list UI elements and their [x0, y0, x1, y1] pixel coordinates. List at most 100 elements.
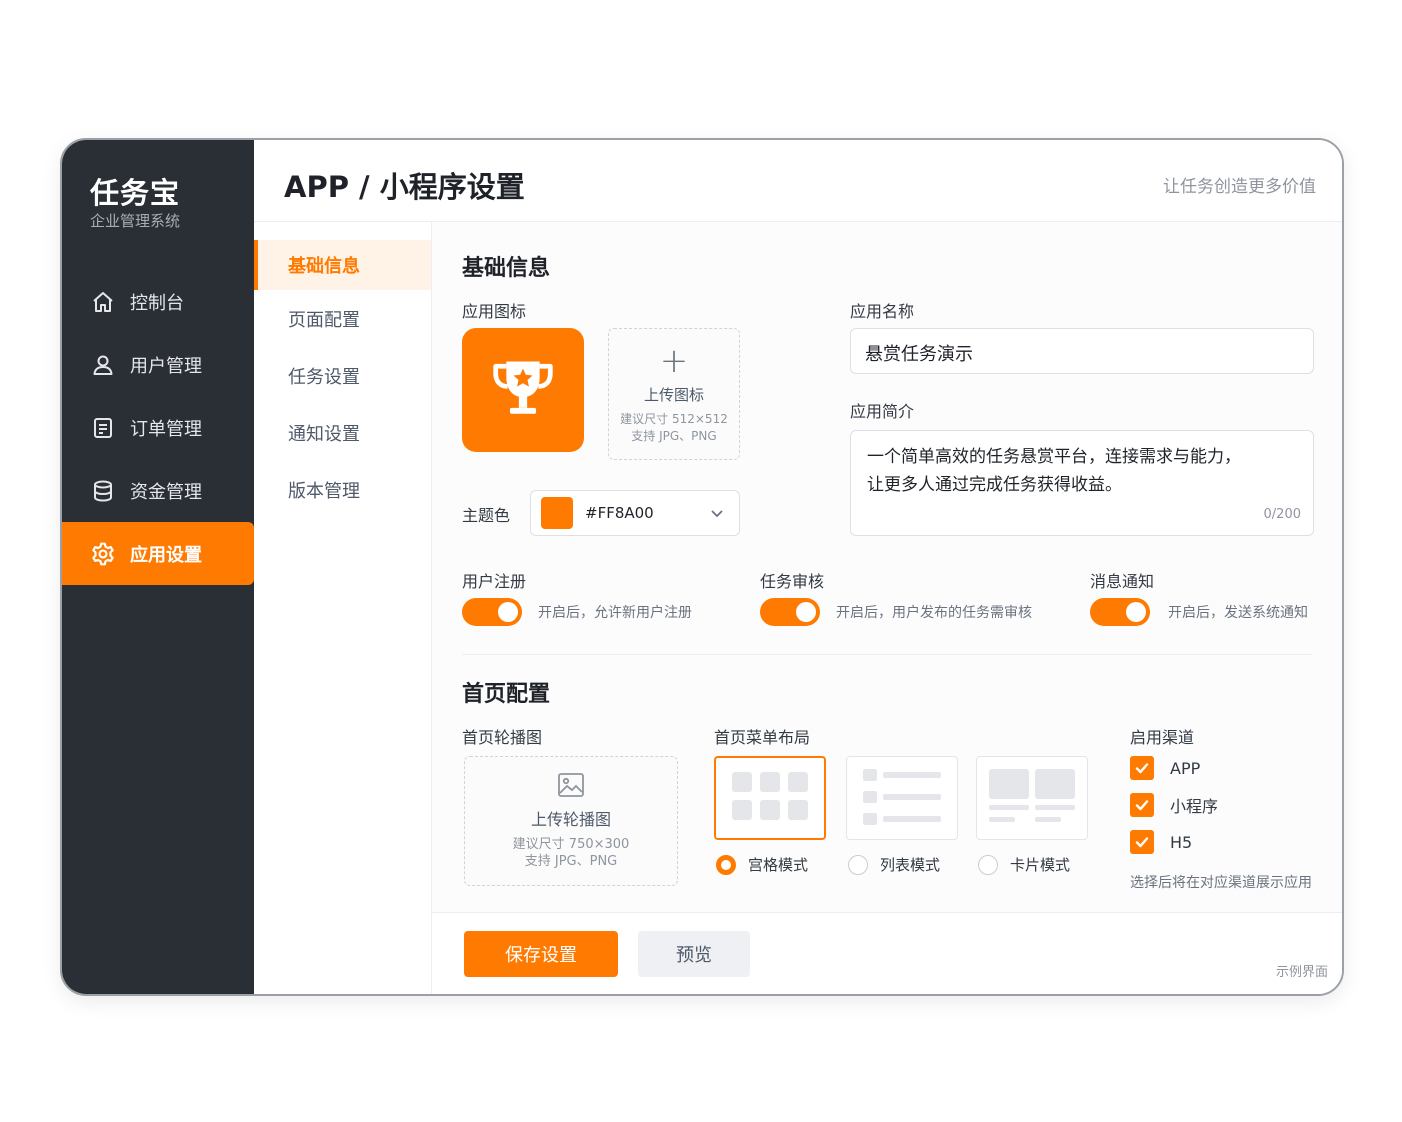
toggle-knob — [498, 602, 518, 622]
chevron-down-icon — [711, 510, 723, 518]
theme-color-swatch — [541, 497, 573, 529]
sidebar: 任务宝 企业管理系统 控制台 用户管理 订单管理 资金管理 应用设置 — [62, 140, 254, 994]
section-divider — [462, 654, 1312, 655]
section-title-home: 首页配置 — [462, 682, 551, 707]
main-area: APP / 小程序设置 让任务创造更多价值 基础信息 页面配置 任务设置 通知设… — [254, 140, 1342, 994]
theme-color-label: 主题色 — [462, 506, 511, 525]
radio-layout-list[interactable]: 列表模式 — [848, 854, 940, 875]
upload-banner-box[interactable]: 上传轮播图 建议尺寸 750×300 支持 JPG、PNG — [464, 756, 678, 886]
page-header: APP / 小程序设置 让任务创造更多价值 — [254, 140, 1342, 222]
sidebar-item-label: 资金管理 — [130, 481, 202, 503]
checkbox-channel-h5[interactable]: H5 — [1130, 830, 1192, 854]
radio-dot — [848, 854, 868, 875]
upload-icon-hint-size: 建议尺寸 512×512 — [620, 411, 728, 426]
theme-color-select[interactable]: #FF8A00 — [530, 490, 740, 536]
subnav-item-task-settings[interactable]: 任务设置 — [254, 347, 431, 404]
sidebar-item-label: 应用设置 — [130, 544, 202, 566]
user-icon — [90, 352, 116, 378]
settings-content: 基础信息 应用图标 + 上传图标 建议尺寸 512×512 支持 JPG、PNG — [432, 222, 1342, 994]
toggle-hint-review: 开启后，用户发布的任务需审核 — [836, 605, 1032, 621]
sidebar-nav: 控制台 用户管理 订单管理 资金管理 应用设置 — [62, 270, 254, 585]
brand-title: 任务宝 — [90, 176, 181, 210]
upload-banner-hint-format: 支持 JPG、PNG — [524, 854, 618, 869]
layout-option-grid[interactable] — [714, 756, 826, 840]
subnav-item-notification[interactable]: 通知设置 — [254, 404, 431, 461]
sample-note: 示例界面 — [1275, 965, 1328, 980]
app-desc-line: 一个简单高效的任务悬赏平台，连接需求与能力， — [867, 447, 1241, 467]
checkbox-label: APP — [1170, 758, 1201, 778]
toggle-label-review: 任务审核 — [760, 572, 825, 591]
app-desc-label: 应用简介 — [850, 402, 915, 421]
upload-icon-title: 上传图标 — [643, 385, 704, 404]
app-icon-label: 应用图标 — [462, 302, 527, 321]
subnav-item-page-config[interactable]: 页面配置 — [254, 290, 431, 347]
action-footer: 保存设置 预览 示例界面 — [432, 912, 1342, 994]
check-icon — [1130, 793, 1154, 817]
toggle-hint-register: 开启后，允许新用户注册 — [538, 605, 692, 621]
toggle-label-notify: 消息通知 — [1090, 572, 1155, 591]
channels-label: 启用渠道 — [1130, 728, 1195, 747]
app-window: 任务宝 企业管理系统 控制台 用户管理 订单管理 资金管理 应用设置 APP /… — [60, 138, 1344, 996]
app-desc-counter: 0/200 — [1263, 507, 1301, 522]
sidebar-item-app-settings[interactable]: 应用设置 — [62, 522, 254, 585]
grid-layout-icon — [732, 772, 808, 820]
check-icon — [1130, 830, 1154, 854]
toggle-label-register: 用户注册 — [462, 572, 527, 591]
radio-label: 卡片模式 — [1010, 856, 1071, 874]
app-name-input[interactable]: 悬赏任务演示 — [850, 328, 1314, 374]
sidebar-item-label: 控制台 — [130, 292, 184, 314]
gear-icon — [90, 541, 116, 567]
toggle-hint-notify: 开启后，发送系统通知 — [1168, 605, 1308, 621]
checkbox-channel-miniapp[interactable]: 小程序 — [1130, 793, 1218, 817]
radio-layout-grid[interactable]: 宫格模式 — [716, 854, 808, 875]
trophy-icon — [493, 361, 553, 414]
document-icon — [90, 415, 116, 441]
checkbox-channel-app[interactable]: APP — [1130, 756, 1200, 780]
subnav-item-basic[interactable]: 基础信息 — [254, 240, 431, 290]
checkbox-label: H5 — [1170, 832, 1193, 852]
sidebar-item-users[interactable]: 用户管理 — [62, 333, 254, 396]
radio-dot — [978, 854, 998, 875]
section-title-basic: 基础信息 — [462, 256, 551, 281]
database-icon — [90, 478, 116, 504]
toggle-review[interactable] — [760, 598, 820, 626]
sidebar-item-label: 用户管理 — [130, 355, 202, 377]
page-title: APP / 小程序设置 — [284, 170, 525, 204]
layout-option-list[interactable] — [846, 756, 958, 840]
layout-option-card[interactable] — [976, 756, 1088, 840]
list-layout-icon — [863, 769, 941, 825]
home-icon — [90, 289, 116, 315]
subnav-item-version[interactable]: 版本管理 — [254, 461, 431, 518]
upload-icon-hint: 建议尺寸 512×512 支持 JPG、PNG — [620, 411, 728, 445]
settings-subnav: 基础信息 页面配置 任务设置 通知设置 版本管理 — [254, 222, 432, 994]
app-desc-textarea[interactable]: 一个简单高效的任务悬赏平台，连接需求与能力， 让更多人通过完成任务获得收益。 0… — [850, 430, 1314, 536]
banner-label: 首页轮播图 — [462, 728, 543, 747]
toggle-notify[interactable] — [1090, 598, 1150, 626]
app-desc-line: 让更多人通过完成任务获得收益。 — [867, 475, 1122, 495]
channels-hint: 选择后将在对应渠道展示应用 — [1130, 875, 1312, 891]
app-icon-preview[interactable] — [462, 328, 584, 452]
plus-icon: + — [659, 340, 689, 381]
sidebar-item-dashboard[interactable]: 控制台 — [62, 270, 254, 333]
card-layout-icon — [989, 769, 1075, 822]
menu-layout-label: 首页菜单布局 — [714, 728, 811, 747]
upload-icon-hint-format: 支持 JPG、PNG — [631, 428, 717, 443]
theme-color-value: #FF8A00 — [585, 504, 654, 522]
sidebar-item-label: 订单管理 — [130, 418, 202, 440]
sidebar-item-finance[interactable]: 资金管理 — [62, 459, 254, 522]
radio-label: 宫格模式 — [748, 856, 809, 874]
app-name-label: 应用名称 — [850, 302, 915, 321]
toggle-knob — [796, 602, 816, 622]
brand-subtitle: 企业管理系统 — [90, 212, 181, 230]
radio-dot — [716, 854, 736, 875]
radio-layout-card[interactable]: 卡片模式 — [978, 854, 1070, 875]
upload-icon-box[interactable]: + 上传图标 建议尺寸 512×512 支持 JPG、PNG — [608, 328, 740, 460]
sidebar-item-orders[interactable]: 订单管理 — [62, 396, 254, 459]
save-button[interactable]: 保存设置 — [464, 931, 618, 977]
toggle-knob — [1126, 602, 1146, 622]
upload-banner-hint: 建议尺寸 750×300 支持 JPG、PNG — [513, 836, 630, 870]
header-slogan: 让任务创造更多价值 — [1163, 177, 1316, 197]
toggle-register[interactable] — [462, 598, 522, 626]
upload-banner-title: 上传轮播图 — [530, 810, 611, 829]
preview-button[interactable]: 预览 — [638, 931, 750, 977]
